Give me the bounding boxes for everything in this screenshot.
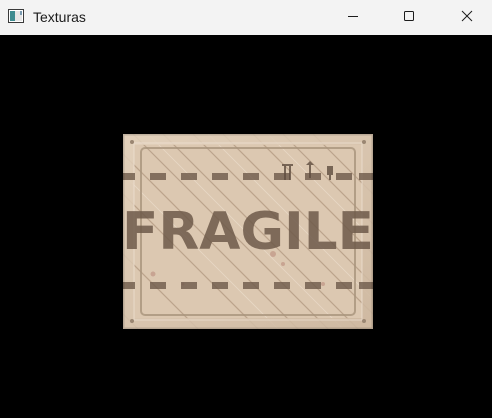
window-title: Texturas bbox=[33, 9, 86, 25]
close-icon bbox=[461, 9, 473, 27]
render-viewport[interactable]: FRAGILE bbox=[0, 35, 492, 418]
minimize-button[interactable] bbox=[330, 0, 376, 35]
close-button[interactable] bbox=[444, 0, 490, 35]
app-window-icon bbox=[8, 9, 24, 23]
maximize-button[interactable] bbox=[386, 0, 432, 35]
fragile-label: FRAGILE bbox=[123, 202, 373, 262]
minimize-icon bbox=[347, 9, 359, 27]
title-bar[interactable]: Texturas bbox=[0, 0, 492, 35]
app-window: Texturas FRAGILE bbox=[0, 0, 492, 418]
fragile-crate-texture: FRAGILE bbox=[123, 134, 373, 329]
maximize-icon bbox=[403, 9, 415, 27]
